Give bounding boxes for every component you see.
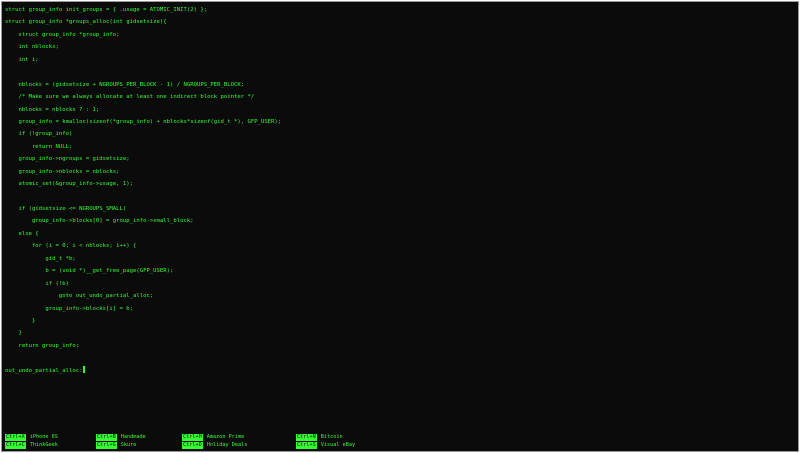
code-line-text: return group_info; <box>5 342 80 349</box>
code-line-text: group_info->nblocks = nblocks; <box>5 168 120 175</box>
code-line-text: struct group_info *groups_alloc(int gids… <box>5 19 167 26</box>
code-line[interactable]: int i; <box>5 54 281 66</box>
code-line[interactable]: } <box>5 327 281 339</box>
code-line-text: group_info->blocks[0] = group_info->smal… <box>5 218 194 225</box>
shortcut-item[interactable]: Ctrl+X iPhone 6S <box>5 434 58 441</box>
shortcut-column: Ctrl+X iPhone 6S Ctrl+C ThinkGeek <box>5 434 58 450</box>
code-line[interactable]: return NULL; <box>5 141 281 153</box>
shortcut-label: Amazon Prime <box>206 434 245 440</box>
code-line-text: return NULL; <box>5 143 73 150</box>
shortcut-key: Ctrl+G <box>96 442 117 449</box>
shortcut-key: Ctrl+X <box>5 434 26 441</box>
shortcut-label: Visual eBay <box>320 442 356 448</box>
code-line[interactable] <box>5 191 281 203</box>
code-line[interactable]: group_info->blocks[i] = b; <box>5 303 281 315</box>
code-line[interactable]: group_info->ngroups = gidsetsize; <box>5 153 281 165</box>
shortcut-key: Ctrl+N <box>296 434 317 441</box>
shortcut-key: Ctrl+D <box>182 442 203 449</box>
code-line[interactable] <box>5 352 281 364</box>
code-line-text: for (i = 0; i < nblocks; i++) { <box>5 243 137 250</box>
shortcut-item[interactable]: Ctrl+H Amazon Prime <box>182 434 247 441</box>
code-line-text: nblocks = nblocks ? : 1; <box>5 106 100 113</box>
code-line[interactable]: else { <box>5 228 281 240</box>
code-line-text: int nblocks; <box>5 44 59 51</box>
code-line-text: gid_t *b; <box>5 255 76 262</box>
shortcut-item[interactable]: Ctrl+D Holiday Deals <box>182 442 247 449</box>
shortcut-item[interactable]: Ctrl+C ThinkGeek <box>5 442 58 449</box>
code-line-text: struct group_info *group_info; <box>5 31 120 38</box>
code-line[interactable]: out_undo_partial_alloc: <box>5 365 281 377</box>
code-line-text: b = (void *)__get_free_page(GFP_USER); <box>5 268 174 275</box>
shortcut-item[interactable]: Ctrl+B Handmade <box>96 434 146 441</box>
code-line[interactable]: b = (void *)__get_free_page(GFP_USER); <box>5 265 281 277</box>
code-line-text: group_info->blocks[i] = b; <box>5 305 133 312</box>
code-line-text: if (!group_info) <box>5 131 73 138</box>
shortcut-column: Ctrl+B Handmade Ctrl+G Skure <box>96 434 146 450</box>
code-line[interactable]: gid_t *b; <box>5 253 281 265</box>
shortcut-label: Handmade <box>120 434 146 440</box>
shortcut-key: Ctrl+B <box>96 434 117 441</box>
code-line[interactable]: if (!group_info) <box>5 128 281 140</box>
code-line[interactable]: nblocks = (gidsetsize + NGROUPS_PER_BLOC… <box>5 79 281 91</box>
shortcut-column: Ctrl+H Amazon Prime Ctrl+D Holiday Deals <box>182 434 247 450</box>
shortcut-key: Ctrl+S <box>296 442 317 449</box>
shortcut-label: ThinkGeek <box>29 442 58 448</box>
code-line[interactable]: struct group_info *group_info; <box>5 29 281 41</box>
code-line[interactable]: } <box>5 315 281 327</box>
shortcut-column: Ctrl+N Bitcoin Ctrl+S Visual eBay <box>296 434 355 450</box>
code-line-text: int i; <box>5 56 39 63</box>
code-line-text: else { <box>5 230 39 237</box>
code-line-text: } <box>5 317 36 324</box>
shortcut-label: Skure <box>120 442 137 448</box>
shortcut-label: Bitcoin <box>320 434 343 440</box>
terminal-screen[interactable]: struct group_info init_groups = { .usage… <box>1 1 799 452</box>
code-line-text: } <box>5 330 22 337</box>
code-line-text: if (!b) <box>5 280 69 287</box>
code-line[interactable]: int nblocks; <box>5 41 281 53</box>
code-line-text: out_undo_partial_alloc: <box>5 367 83 374</box>
code-line[interactable]: /* Make sure we always allocate at least… <box>5 91 281 103</box>
code-line[interactable]: group_info = kmalloc(sizeof(*group_info)… <box>5 116 281 128</box>
code-line-text: atomic_set(&group_info->usage, 1); <box>5 181 133 188</box>
code-line[interactable]: if (!b) <box>5 278 281 290</box>
text-cursor <box>83 365 86 373</box>
code-line[interactable]: if (gidsetsize <= NGROUPS_SMALL) <box>5 203 281 215</box>
shortcut-menu: Ctrl+X iPhone 6S Ctrl+C ThinkGeek Ctrl+B Hand… <box>5 434 765 451</box>
code-line-text: group_info = kmalloc(sizeof(*group_info)… <box>5 118 282 125</box>
code-line-text: goto out_undo_partial_alloc; <box>5 293 154 300</box>
code-line[interactable]: struct group_info init_groups = { .usage… <box>5 4 281 16</box>
code-line[interactable]: group_info->nblocks = nblocks; <box>5 166 281 178</box>
shortcut-label: Holiday Deals <box>206 442 248 448</box>
code-line-text: struct group_info init_groups = { .usage… <box>5 7 208 13</box>
code-line[interactable] <box>5 66 281 78</box>
shortcut-key: Ctrl+C <box>5 442 26 449</box>
code-editor[interactable]: struct group_info init_groups = { .usage… <box>5 4 281 377</box>
code-line[interactable]: for (i = 0; i < nblocks; i++) { <box>5 240 281 252</box>
shortcut-item[interactable]: Ctrl+S Visual eBay <box>296 442 355 449</box>
shortcut-key: Ctrl+H <box>182 434 203 441</box>
code-line-text: /* Make sure we always allocate at least… <box>5 94 255 101</box>
shortcut-item[interactable]: Ctrl+G Skure <box>96 442 146 449</box>
code-line-text: if (gidsetsize <= NGROUPS_SMALL) <box>5 206 127 212</box>
code-line[interactable]: group_info->blocks[0] = group_info->smal… <box>5 215 281 227</box>
code-line[interactable]: nblocks = nblocks ? : 1; <box>5 104 281 116</box>
code-line[interactable]: goto out_undo_partial_alloc; <box>5 290 281 302</box>
code-line-text: nblocks = (gidsetsize + NGROUPS_PER_BLOC… <box>5 81 245 88</box>
code-line-text: group_info->ngroups = gidsetsize; <box>5 156 130 163</box>
code-line[interactable]: return group_info; <box>5 340 281 352</box>
code-line[interactable]: atomic_set(&group_info->usage, 1); <box>5 178 281 190</box>
code-line[interactable]: struct group_info *groups_alloc(int gids… <box>5 16 281 28</box>
shortcut-label: iPhone 6S <box>29 434 58 440</box>
shortcut-item[interactable]: Ctrl+N Bitcoin <box>296 434 355 441</box>
